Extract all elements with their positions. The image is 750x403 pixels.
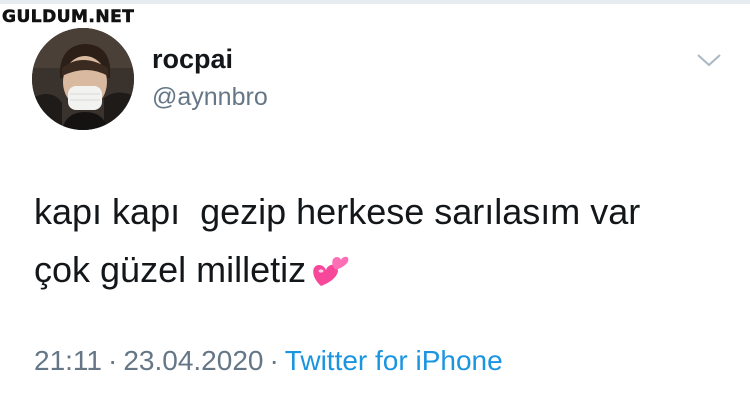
tweet-line-2: çok güzel milletiz: [34, 249, 307, 290]
avatar-photo: [32, 28, 134, 130]
two-hearts-icon: [312, 247, 350, 305]
tweet-date[interactable]: 23.04.2020: [123, 345, 263, 376]
meta-separator: ·: [108, 345, 118, 376]
tweet-source-link[interactable]: Twitter for iPhone: [285, 345, 503, 376]
user-handle[interactable]: @aynnbro: [152, 83, 268, 112]
tweet-meta: 21:11 · 23.04.2020 · Twitter for iPhone: [34, 345, 503, 377]
tweet-text: kapı kapı gezip herkese sarılasım var ço…: [34, 183, 724, 305]
tweet-line-1: kapı kapı gezip herkese sarılasım var: [34, 191, 641, 232]
meta-separator-2: ·: [269, 345, 279, 376]
avatar[interactable]: [32, 28, 134, 130]
top-divider: [0, 0, 750, 4]
display-name[interactable]: rocpai: [152, 44, 233, 75]
tweet-time[interactable]: 21:11: [34, 345, 102, 376]
chevron-down-icon[interactable]: [694, 50, 724, 70]
watermark-logo: GULDUM.NET: [2, 7, 135, 28]
